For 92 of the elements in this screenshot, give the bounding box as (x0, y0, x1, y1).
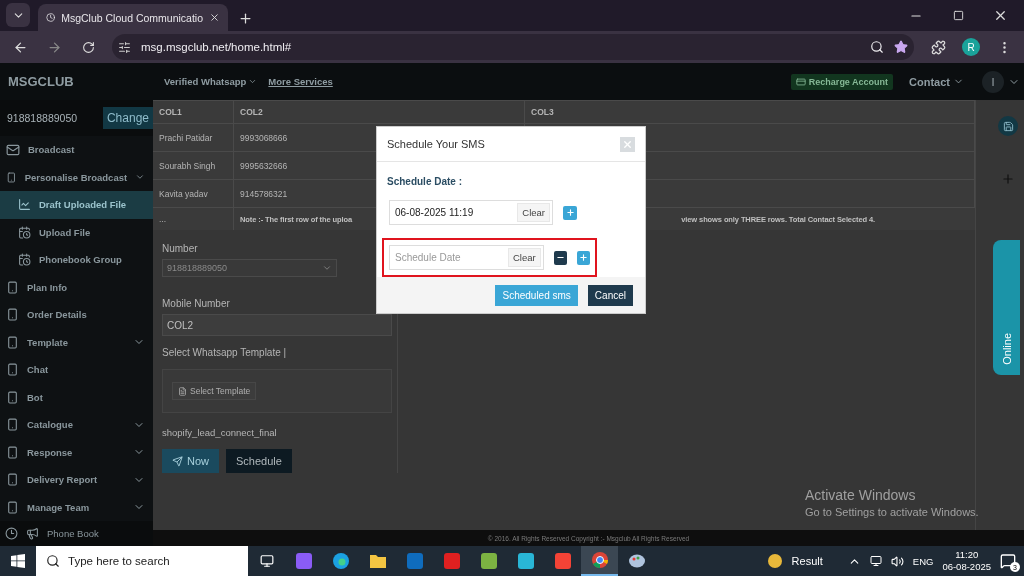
send-icon (172, 455, 183, 467)
phone-icon (6, 390, 19, 404)
table-cell: Kavita yadav (153, 179, 234, 207)
phone-icon (6, 280, 19, 294)
column-header: COL3 (525, 100, 975, 123)
clock-icon[interactable] (5, 527, 18, 540)
input-field[interactable]: COL2 (162, 314, 392, 336)
search-icon (46, 554, 60, 568)
select-template-button[interactable]: Select Template (172, 382, 257, 400)
sidebar-item[interactable]: Order Details (0, 301, 153, 329)
nav-link[interactable]: Verified Whatsapp (164, 76, 258, 87)
language-indicator[interactable]: ENG (912, 555, 934, 567)
account-number: 918818889050 (7, 112, 78, 124)
dialog-title: Schedule Your SMS (387, 138, 485, 150)
phone-icon (6, 335, 19, 349)
document-icon (178, 386, 187, 396)
chevron-down-icon (322, 263, 332, 273)
add-button[interactable] (563, 205, 577, 220)
calendar-icon (18, 225, 31, 239)
network-icon[interactable] (869, 555, 882, 567)
chrome-icon[interactable] (581, 546, 618, 576)
sidebar-item[interactable]: Manage Team (0, 493, 153, 521)
sidebar-item[interactable]: Plan Info (0, 273, 153, 301)
schedule-button[interactable]: Schedule (226, 449, 292, 473)
field-label: Number (162, 243, 199, 254)
remove-button[interactable] (553, 250, 567, 265)
plus-icon (578, 253, 588, 263)
table-cell: Prachi Patidar (153, 123, 234, 151)
phone-icon (6, 418, 19, 432)
sidebar-item[interactable]: Phonebook Group (0, 246, 153, 274)
phone-icon (6, 500, 19, 514)
phone-icon (6, 473, 19, 487)
sun-icon (766, 553, 783, 569)
clock-icon (46, 11, 56, 24)
contact-menu[interactable]: Contact (903, 74, 970, 89)
phone-icon (6, 170, 17, 184)
calendar-icon (18, 253, 31, 267)
clock[interactable]: 11:20 06-08-2025 (942, 548, 991, 574)
phone-icon (6, 308, 19, 322)
save-icon[interactable] (998, 116, 1018, 136)
sidebar-item[interactable]: Response (0, 438, 153, 466)
chart-icon (18, 198, 31, 212)
phone-icon (6, 363, 19, 377)
address-bar[interactable]: msg.msgclub.net/home.html# (112, 34, 914, 60)
sidebar-item[interactable]: Bot (0, 383, 153, 411)
change-button[interactable]: Change (102, 107, 153, 129)
nav-link[interactable]: More Services (268, 76, 333, 87)
sidebar-label[interactable]: Phone Book (47, 528, 99, 539)
activation-title: Activate Windows (805, 487, 917, 503)
browser-tab[interactable]: MsgClub Cloud Communicatio (38, 4, 228, 31)
volume-icon[interactable] (890, 554, 904, 568)
clear-button[interactable]: Clear (517, 203, 550, 223)
recharge-button[interactable]: Recharge Account (790, 73, 894, 90)
field-label: Schedule Date : (386, 176, 464, 188)
zoom-icon (870, 40, 884, 54)
mail-icon (6, 142, 20, 157)
search-field[interactable]: Type here to search (36, 546, 248, 576)
table-cell: ... (153, 207, 234, 230)
plus-icon (565, 208, 575, 218)
sidebar-item[interactable]: Broadcast (0, 136, 153, 164)
field-label: Mobile Number (162, 298, 231, 309)
star-icon[interactable] (894, 40, 908, 54)
megaphone-icon[interactable] (26, 527, 39, 540)
clear-button[interactable]: Clear (508, 248, 541, 268)
sidebar-item[interactable]: Draft Uploaded File (0, 191, 153, 219)
weather-label[interactable]: Result (791, 555, 823, 567)
table-cell: Sourabh Singh (153, 151, 234, 179)
tab-list-button[interactable] (6, 3, 30, 27)
date-field[interactable]: Schedule Date Clear (389, 245, 544, 271)
user-avatar[interactable]: I (982, 70, 1004, 93)
sidebar-item[interactable]: Delivery Report (0, 466, 153, 494)
site-settings-icon (118, 40, 131, 54)
chevron-down-icon (248, 77, 258, 86)
column-header: COL1 (153, 100, 234, 123)
sidebar-item[interactable]: Template (0, 328, 153, 356)
activation-text: Go to Settings to activate Windows. (805, 506, 979, 518)
online-tab[interactable]: Online (993, 240, 1020, 375)
date-field[interactable]: 06-08-2025 11:19 Clear (389, 200, 553, 226)
sidebar-item[interactable]: Chat (0, 356, 153, 384)
phone-icon (6, 445, 19, 459)
logo: MSGCLUB (7, 74, 75, 89)
field-label: Select Whatsapp Template | (162, 347, 288, 358)
column-header: COL2 (234, 100, 525, 123)
close-icon (622, 138, 633, 150)
sidebar-item[interactable]: Catalogue (0, 411, 153, 439)
add-button[interactable] (576, 250, 590, 265)
sidebar-item[interactable]: Upload File (0, 218, 153, 246)
now-button[interactable]: Now (162, 449, 219, 473)
sidebar-item[interactable]: Personalise Broadcast (0, 163, 153, 191)
card-icon (795, 76, 806, 87)
template-name: shopify_lead_connect_final (162, 427, 278, 438)
cancel-button[interactable]: Cancel (587, 284, 633, 306)
